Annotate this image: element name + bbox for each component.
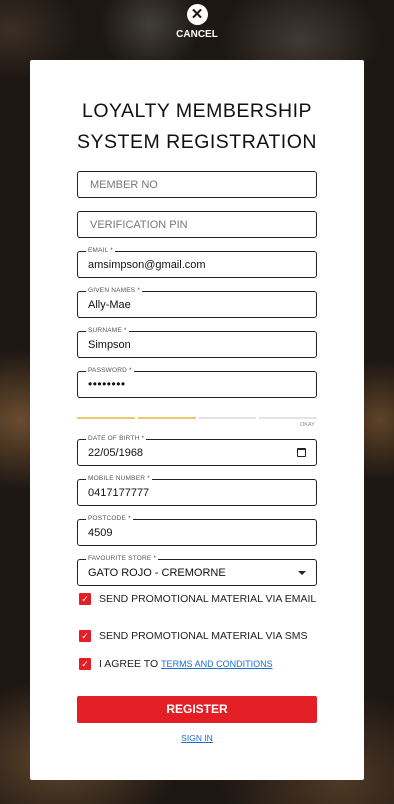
chevron-down-icon[interactable] [298,571,306,575]
postcode-label: POSTCODE * [86,515,133,523]
favourite-store-value: GATO ROJO - CREMORNE [88,567,226,579]
promo-email-label[interactable]: SEND PROMOTIONAL MATERIAL VIA EMAIL [99,592,316,607]
title-line-2: SYSTEM REGISTRATION [77,131,317,153]
promo-email-checkbox[interactable]: ✓ [79,593,91,605]
strength-segment-4 [259,417,317,419]
given-names-value: Ally-Mae [88,299,131,311]
password-strength-meter [77,417,317,419]
date-of-birth-input[interactable]: DATE OF BIRTH * 22/05/1968 [77,435,317,466]
promo-email-checkbox-row[interactable]: ✓ SEND PROMOTIONAL MATERIAL VIA EMAIL [77,592,317,607]
favourite-store-label: FAVOURITE STORE * [86,555,159,563]
mobile-number-input[interactable]: MOBILE NUMBER * 0417177777 [77,475,317,506]
surname-value: Simpson [88,339,131,351]
promo-sms-checkbox[interactable]: ✓ [79,630,91,642]
email-label: EMAIL * [86,247,116,255]
strength-segment-3 [198,417,257,419]
member-no-placeholder: MEMBER NO [90,179,158,191]
postcode-input[interactable]: POSTCODE * 4509 [77,515,317,546]
cancel-control[interactable]: ✕ CANCEL [0,4,394,40]
password-value: •••••••• [88,377,126,391]
date-of-birth-value: 22/05/1968 [88,447,144,459]
favourite-store-select[interactable]: FAVOURITE STORE * GATO ROJO - CREMORNE [77,555,317,586]
verification-pin-placeholder: VERIFICATION PIN [90,219,188,231]
promo-sms-checkbox-row[interactable]: ✓ SEND PROMOTIONAL MATERIAL VIA SMS [77,629,317,644]
postcode-value: 4509 [88,527,113,539]
cancel-label[interactable]: CANCEL [0,29,394,40]
promo-sms-label[interactable]: SEND PROMOTIONAL MATERIAL VIA SMS [99,629,307,644]
password-strength-label: OKAY [300,422,315,428]
calendar-icon[interactable] [297,448,306,457]
password-label: PASSWORD * [86,367,134,375]
verification-pin-input[interactable]: VERIFICATION PIN [77,211,317,238]
sign-in-link[interactable]: SIGN IN [30,733,364,743]
agree-terms-checkbox[interactable]: ✓ [79,658,91,670]
register-button[interactable]: REGISTER [77,696,317,723]
mobile-number-label: MOBILE NUMBER * [86,475,152,483]
date-of-birth-label: DATE OF BIRTH * [86,435,147,443]
member-no-input[interactable]: MEMBER NO [77,171,317,198]
mobile-number-value: 0417177777 [88,487,150,499]
given-names-input[interactable]: GIVEN NAMES * Ally-Mae [77,287,317,318]
registration-card: LOYALTY MEMBERSHIP SYSTEM REGISTRATION M… [30,60,364,780]
title-line-1: LOYALTY MEMBERSHIP [81,100,313,122]
strength-segment-1 [77,417,135,419]
agree-terms-text: I AGREE TO TERMS AND CONDITIONS [99,657,273,672]
surname-input[interactable]: SURNAME * Simpson [77,327,317,358]
email-input[interactable]: EMAIL * amsimpson@gmail.com [77,247,317,278]
terms-link[interactable]: TERMS AND CONDITIONS [161,659,273,669]
password-input[interactable]: PASSWORD * •••••••• [77,367,317,398]
close-icon[interactable]: ✕ [186,4,208,25]
strength-segment-2 [137,417,196,419]
surname-label: SURNAME * [86,327,129,335]
given-names-label: GIVEN NAMES * [86,287,143,295]
agree-terms-checkbox-row[interactable]: ✓ I AGREE TO TERMS AND CONDITIONS [77,657,317,672]
email-value: amsimpson@gmail.com [88,259,206,271]
page-title: LOYALTY MEMBERSHIP SYSTEM REGISTRATION [30,96,364,158]
agree-prefix: I AGREE TO [99,658,159,670]
